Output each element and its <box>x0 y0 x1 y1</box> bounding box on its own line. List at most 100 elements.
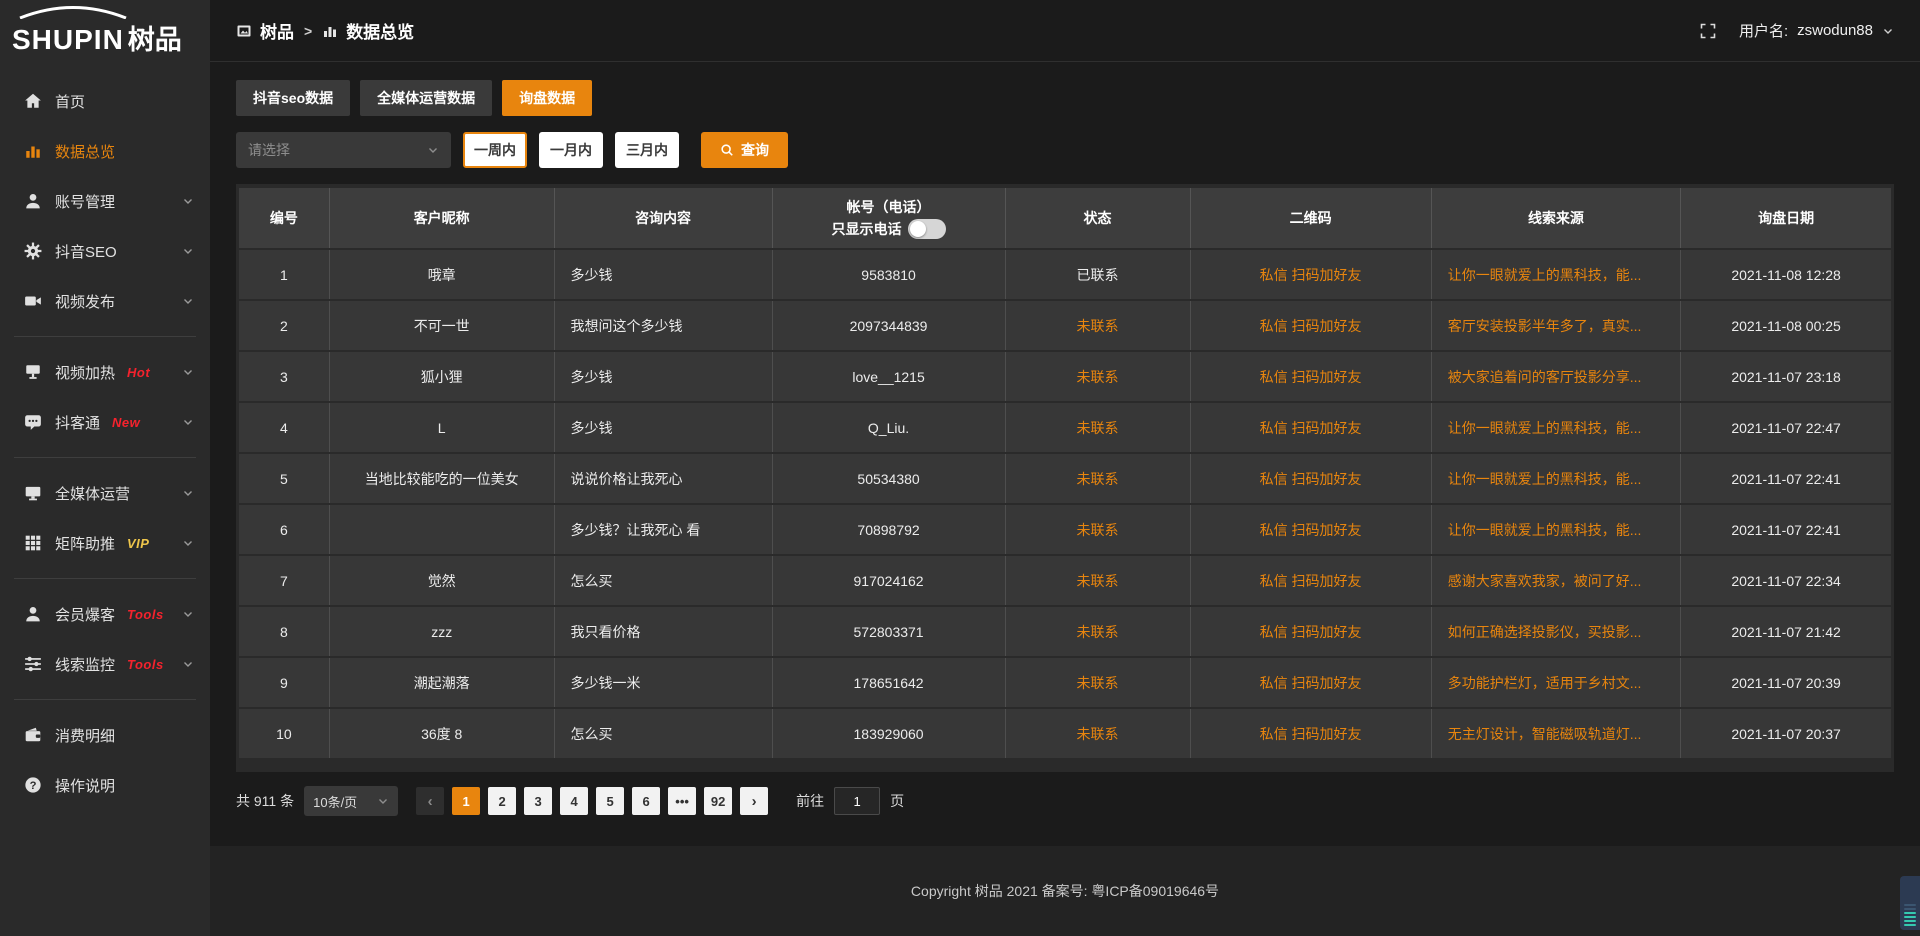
tab-media-ops-data[interactable]: 全媒体运营数据 <box>360 80 492 116</box>
tab-douyin-seo-data[interactable]: 抖音seo数据 <box>236 80 350 116</box>
cell-content: 我想问这个多少钱 <box>555 301 773 350</box>
site-icon <box>236 23 252 39</box>
cell-status: 未联系 <box>1006 709 1191 758</box>
period-button-week[interactable]: 一周内 <box>463 132 527 168</box>
cell-date: 2021-11-08 12:28 <box>1681 250 1891 299</box>
cell-status: 未联系 <box>1006 301 1191 350</box>
cell-qrcode[interactable]: 私信 扫码加好友 <box>1191 250 1432 299</box>
filter-select[interactable]: 请选择 <box>236 132 451 168</box>
cell-source[interactable]: 客厅安装投影半年多了，真实... <box>1432 301 1681 350</box>
logo-arc <box>14 5 132 19</box>
cell-nickname: zzz <box>330 607 555 656</box>
pagination: 共 911 条 10条/页 ‹123456•••92› 前往 页 <box>236 786 1894 816</box>
page-button-4[interactable]: 4 <box>560 787 588 815</box>
breadcrumb-root[interactable]: 树品 <box>260 18 294 43</box>
phone-only-toggle[interactable] <box>908 219 946 239</box>
sidebar: SHUPIN 树品 首页数据总览账号管理抖音SEO视频发布视频加热Hot抖客通N… <box>0 0 210 936</box>
page-button-3[interactable]: 3 <box>524 787 552 815</box>
sidebar-item-matrix-boost[interactable]: 矩阵助推VIP <box>0 518 210 568</box>
cell-id: 6 <box>239 505 330 554</box>
sidebar-item-clue-monitor[interactable]: 线索监控Tools <box>0 639 210 689</box>
sidebar-divider <box>14 457 196 458</box>
fullscreen-icon[interactable] <box>1700 23 1716 39</box>
sidebar-item-manual[interactable]: ?操作说明 <box>0 760 210 810</box>
cell-qrcode[interactable]: 私信 扫码加好友 <box>1191 301 1432 350</box>
cell-qrcode[interactable]: 私信 扫码加好友 <box>1191 556 1432 605</box>
sidebar-item-label: 首页 <box>55 91 85 112</box>
home-icon <box>24 92 42 110</box>
search-button[interactable]: 查询 <box>701 132 788 168</box>
cell-status: 未联系 <box>1006 352 1191 401</box>
cell-content: 说说价格让我死心 <box>555 454 773 503</box>
username-value[interactable]: zswodun88 <box>1797 22 1873 39</box>
cell-status: 已联系 <box>1006 250 1191 299</box>
sidebar-item-douyin-seo[interactable]: 抖音SEO <box>0 226 210 276</box>
chevron-down-icon <box>182 608 194 620</box>
app-logo[interactable]: SHUPIN 树品 <box>0 0 210 62</box>
goto-page-input[interactable] <box>834 787 880 815</box>
cell-content: 多少钱 <box>555 352 773 401</box>
inquiry-table-wrap: 编号 客户昵称 咨询内容 帐号（电话） 只显示电话 状态 <box>236 184 1894 772</box>
cell-source[interactable]: 让你一眼就爱上的黑科技，能... <box>1432 505 1681 554</box>
sidebar-item-account-manage[interactable]: 账号管理 <box>0 176 210 226</box>
cell-qrcode[interactable]: 私信 扫码加好友 <box>1191 454 1432 503</box>
chevron-down-icon[interactable] <box>1882 25 1894 37</box>
table-row: 9潮起潮落多少钱一米178651642未联系私信 扫码加好友多功能护栏灯，适用于… <box>239 658 1891 707</box>
cell-account: Q_Liu. <box>773 403 1006 452</box>
sidebar-item-home[interactable]: 首页 <box>0 76 210 126</box>
topbar: 树品 > 数据总览 用户名: zswodun88 <box>210 0 1920 62</box>
cell-qrcode[interactable]: 私信 扫码加好友 <box>1191 658 1432 707</box>
sidebar-item-douketong[interactable]: 抖客通New <box>0 397 210 447</box>
chart-icon <box>322 23 338 39</box>
tab-inquiry-data[interactable]: 询盘数据 <box>502 80 592 116</box>
period-button-month[interactable]: 一月内 <box>539 132 603 168</box>
cell-id: 5 <box>239 454 330 503</box>
cell-source[interactable]: 让你一眼就爱上的黑科技，能... <box>1432 403 1681 452</box>
copyright-text: Copyright 树品 2021 备案号: 粤ICP备09019646号 <box>911 881 1219 901</box>
page-size-select[interactable]: 10条/页 <box>304 786 398 816</box>
cell-account: love__1215 <box>773 352 1006 401</box>
breadcrumb-current: 数据总览 <box>346 18 414 43</box>
page-ellipsis-button[interactable]: ••• <box>668 787 696 815</box>
sidebar-item-video-publish[interactable]: 视频发布 <box>0 276 210 326</box>
cell-qrcode[interactable]: 私信 扫码加好友 <box>1191 709 1432 758</box>
period-button-quarter[interactable]: 三月内 <box>615 132 679 168</box>
user-icon <box>24 192 42 210</box>
cell-qrcode[interactable]: 私信 扫码加好友 <box>1191 505 1432 554</box>
page-button-2[interactable]: 2 <box>488 787 516 815</box>
page-button-92[interactable]: 92 <box>704 787 732 815</box>
sidebar-item-label: 消费明细 <box>55 725 115 746</box>
cell-source[interactable]: 无主灯设计，智能磁吸轨道灯... <box>1432 709 1681 758</box>
sidebar-item-data-overview[interactable]: 数据总览 <box>0 126 210 176</box>
prev-page-button[interactable]: ‹ <box>416 787 444 815</box>
sidebar-item-video-heat[interactable]: 视频加热Hot <box>0 347 210 397</box>
gear-icon <box>24 242 42 260</box>
cell-source[interactable]: 多功能护栏灯，适用于乡村文... <box>1432 658 1681 707</box>
cell-status: 未联系 <box>1006 658 1191 707</box>
sidebar-item-media-ops[interactable]: 全媒体运营 <box>0 468 210 518</box>
page-button-1[interactable]: 1 <box>452 787 480 815</box>
sidebar-item-badge: New <box>112 415 140 430</box>
cell-source[interactable]: 让你一眼就爱上的黑科技，能... <box>1432 454 1681 503</box>
next-page-button[interactable]: › <box>740 787 768 815</box>
cell-status: 未联系 <box>1006 403 1191 452</box>
logo-text-cn: 树品 <box>128 27 182 54</box>
cell-source[interactable]: 被大家追着问的客厅投影分享... <box>1432 352 1681 401</box>
page-button-5[interactable]: 5 <box>596 787 624 815</box>
cell-content: 多少钱 <box>555 403 773 452</box>
sidebar-item-consume-detail[interactable]: 消费明细 <box>0 710 210 760</box>
cell-source[interactable]: 如何正确选择投影仪，买投影... <box>1432 607 1681 656</box>
table-row: 8zzz我只看价格572803371未联系私信 扫码加好友如何正确选择投影仪，买… <box>239 607 1891 656</box>
cell-qrcode[interactable]: 私信 扫码加好友 <box>1191 352 1432 401</box>
cell-source[interactable]: 感谢大家喜欢我家，被问了好... <box>1432 556 1681 605</box>
page-button-6[interactable]: 6 <box>632 787 660 815</box>
cell-qrcode[interactable]: 私信 扫码加好友 <box>1191 403 1432 452</box>
cell-content: 怎么买 <box>555 556 773 605</box>
cell-qrcode[interactable]: 私信 扫码加好友 <box>1191 607 1432 656</box>
cell-source[interactable]: 让你一眼就爱上的黑科技，能... <box>1432 250 1681 299</box>
cell-date: 2021-11-07 20:37 <box>1681 709 1891 758</box>
floating-widget[interactable] <box>1900 876 1920 930</box>
cell-nickname: 哦章 <box>330 250 555 299</box>
sidebar-item-member-baoke[interactable]: 会员爆客Tools <box>0 589 210 639</box>
sliders-icon <box>24 655 42 673</box>
